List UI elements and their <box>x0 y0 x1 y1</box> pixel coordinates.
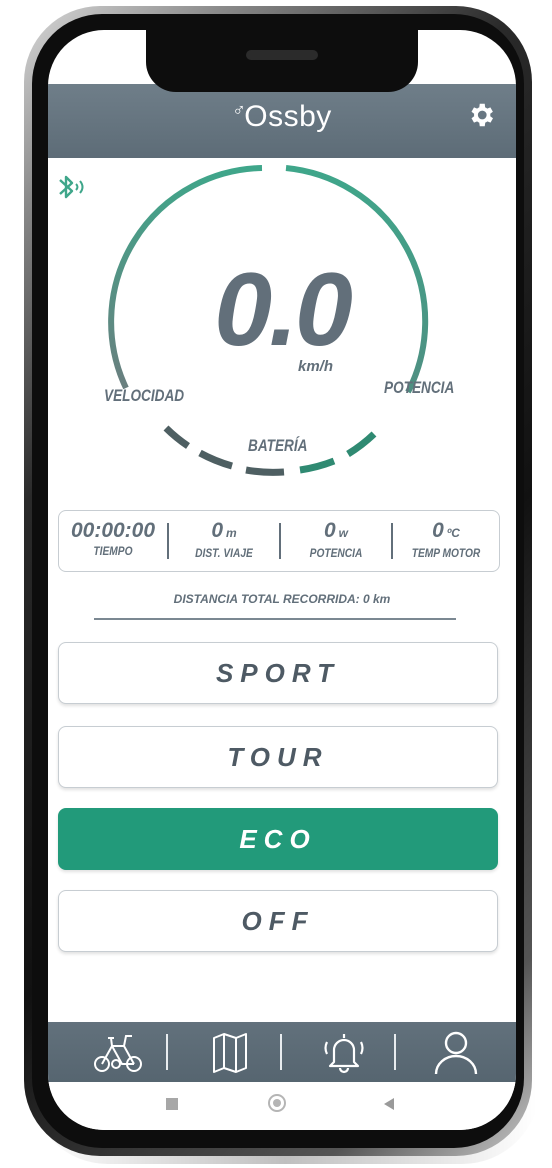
mode-tour-button[interactable]: TOUR <box>58 726 498 788</box>
stat-value: 0 <box>323 519 336 542</box>
stat-dist-viaje: 0m DIST. VIAJE <box>169 511 279 571</box>
stat-potencia: 0w POTENCIA <box>281 511 391 571</box>
stat-temp-motor: 0 ºC TEMP MOTOR <box>393 511 499 571</box>
nav-profile-button[interactable] <box>426 1028 486 1076</box>
mode-off-button[interactable]: OFF <box>58 890 498 952</box>
nav-map-button[interactable] <box>200 1028 260 1076</box>
recents-square-icon[interactable] <box>166 1098 178 1110</box>
stat-label: TEMP MOTOR <box>411 546 481 560</box>
velocidad-label: VELOCIDAD <box>104 386 185 405</box>
stat-unit: w <box>338 526 349 540</box>
settings-button[interactable] <box>464 100 498 134</box>
bike-icon <box>94 1035 142 1072</box>
bell-icon <box>324 1034 364 1074</box>
stat-value: 0 <box>211 519 223 542</box>
stat-unit: ºC <box>446 526 460 540</box>
earpiece-speaker <box>246 50 318 60</box>
nav-bike-button[interactable] <box>88 1028 148 1076</box>
back-triangle-icon[interactable] <box>382 1096 396 1112</box>
user-icon <box>434 1031 478 1075</box>
divider-line <box>94 618 456 620</box>
stat-label: DIST. VIAJE <box>195 546 253 560</box>
stat-value: 0 <box>432 519 444 542</box>
app-logo: ♂Ossby <box>48 100 516 134</box>
home-circle-icon[interactable] <box>268 1094 286 1112</box>
trip-stats-panel: 00:00:00 TIEMPO 0m DIST. VIAJE 0w POTENC… <box>58 510 500 572</box>
mode-sport-button[interactable]: SPORT <box>58 642 498 704</box>
bottom-navigation <box>48 1022 516 1082</box>
nav-divider <box>166 1034 168 1070</box>
stat-label: POTENCIA <box>309 546 363 560</box>
stat-label: TIEMPO <box>93 544 133 558</box>
map-icon <box>213 1033 247 1073</box>
notch <box>146 30 418 92</box>
phone-screen: ♂Ossby 0.0 km/h VELOCIDAD POTENCIA BATER… <box>48 30 516 1130</box>
total-distance-text: DISTANCIA TOTAL RECORRIDA: 0 km <box>173 592 391 606</box>
logo-text: Ossby <box>244 100 332 133</box>
nav-divider <box>280 1034 282 1070</box>
speed-unit: km/h <box>298 358 334 375</box>
speed-value: 0.0 <box>214 252 353 368</box>
stat-unit: m <box>226 526 237 540</box>
bateria-label: BATERÍA <box>248 436 308 455</box>
stat-tiempo: 00:00:00 TIEMPO <box>59 511 167 571</box>
app-header: ♂Ossby <box>48 84 516 158</box>
potencia-label: POTENCIA <box>384 378 455 397</box>
android-navigation-bar <box>48 1082 516 1130</box>
mode-eco-button[interactable]: ECO <box>58 808 498 870</box>
nav-divider <box>394 1034 396 1070</box>
stat-value: 00:00:00 <box>70 519 156 542</box>
nav-notifications-button[interactable] <box>314 1028 374 1076</box>
home-dot <box>273 1099 281 1107</box>
gear-icon <box>471 103 493 127</box>
